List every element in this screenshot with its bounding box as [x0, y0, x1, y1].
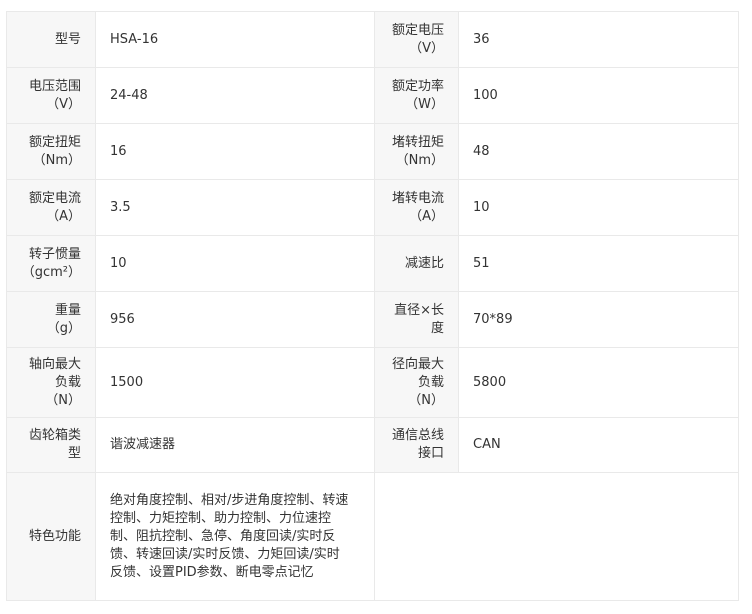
spec-label-line: （V）	[46, 96, 81, 112]
spec-label: 堵转扭矩 （Nm）	[374, 123, 459, 180]
spec-label-line: （Nm）	[395, 152, 444, 168]
spec-label-line: 型	[67, 446, 81, 461]
features-line: 反馈、设置PID参数、断电零点记忆	[110, 564, 314, 580]
spec-label: 转子惯量 （gcm²）	[6, 235, 96, 292]
features-row: 特色功能 绝对角度控制、相对/步进角度控制、转速 控制、力矩控制、助力控制、力位速控…	[6, 472, 739, 601]
spec-label: 重量 （g）	[6, 291, 96, 348]
spec-value: 100	[458, 67, 739, 124]
spec-value: HSA-16	[95, 11, 375, 68]
spec-label-line: 重量	[54, 302, 81, 318]
spec-row: 型号 HSA-16 额定电压 （V） 36	[6, 11, 739, 68]
spec-label-line: 减速比	[404, 255, 444, 271]
features-line: 馈、转速回读/实时反馈、力矩回读/实时	[110, 546, 340, 562]
spec-value: 谐波减速器	[95, 417, 375, 473]
spec-label: 额定扭矩 （Nm）	[6, 123, 96, 180]
spec-label: 额定电流 （A）	[6, 179, 96, 236]
spec-label-line: 额定扭矩	[28, 134, 81, 150]
spec-row: 额定电流 （A） 3.5 堵转电流 （A） 10	[6, 179, 739, 236]
spec-value: 10	[458, 179, 739, 236]
spec-row: 轴向最大负载 （N） 1500 径向最大负载 （N） 5800	[6, 347, 739, 418]
spec-label-line: （A）	[46, 208, 81, 224]
features-label: 特色功能	[6, 472, 96, 601]
spec-table: 型号 HSA-16 额定电压 （V） 36 电压范围 （V） 24-48 额定功率 （W） 100 额…	[6, 11, 739, 601]
spec-value: 51	[458, 235, 739, 292]
spec-label-line: 度	[430, 320, 444, 336]
spec-label-line: （V）	[409, 40, 444, 56]
spec-table-body: 型号 HSA-16 额定电压 （V） 36 电压范围 （V） 24-48 额定功率 （W） 100 额…	[6, 11, 739, 601]
spec-label: 堵转电流 （A）	[374, 179, 459, 236]
features-line: 制、阻抗控制、急停、角度回读/实时反	[110, 528, 336, 544]
spec-value: 956	[95, 291, 375, 348]
features-value: 绝对角度控制、相对/步进角度控制、转速 控制、力矩控制、助力控制、力位速控 制、阻抗…	[95, 472, 375, 601]
spec-label-line: 堵转电流	[391, 190, 444, 206]
spec-label: 轴向最大负载 （N）	[6, 347, 96, 418]
spec-value: 5800	[458, 347, 739, 418]
spec-label-line: 额定功率	[391, 78, 444, 94]
spec-label: 径向最大负载 （N）	[374, 347, 459, 418]
spec-row: 转子惯量 （gcm²） 10 减速比 51	[6, 235, 739, 292]
spec-row: 重量 （g） 956 直径×长度 70*89	[6, 291, 739, 348]
spec-label: 型号	[6, 11, 96, 68]
spec-row: 电压范围 （V） 24-48 额定功率 （W） 100	[6, 67, 739, 124]
spec-label: 额定功率 （W）	[374, 67, 459, 124]
spec-label-line: 通信总线	[391, 428, 444, 443]
spec-label-line: （W）	[405, 96, 444, 112]
empty-cell	[374, 472, 739, 601]
spec-label-line: （N）	[408, 392, 444, 408]
spec-label: 减速比	[374, 235, 459, 292]
spec-label: 通信总线接口	[374, 417, 459, 473]
spec-value: 10	[95, 235, 375, 292]
spec-value: 36	[458, 11, 739, 68]
spec-label: 齿轮箱类型	[6, 417, 96, 473]
spec-value: 24-48	[95, 67, 375, 124]
spec-label-line: 型号	[54, 31, 81, 47]
spec-label-line: 齿轮箱类	[28, 428, 81, 443]
spec-value: 48	[458, 123, 739, 180]
spec-label-line: 堵转扭矩	[391, 134, 444, 150]
spec-value: 70*89	[458, 291, 739, 348]
spec-label: 额定电压 （V）	[374, 11, 459, 68]
spec-value: CAN	[458, 417, 739, 473]
spec-label-line: （N）	[45, 392, 81, 408]
spec-label-line: 额定电压	[391, 22, 444, 38]
spec-label-line: （g）	[46, 320, 81, 336]
spec-label-line: 轴向最大	[28, 356, 81, 372]
spec-label-line: 转子惯量	[28, 246, 81, 262]
spec-label-line: 接口	[417, 446, 444, 461]
features-line: 绝对角度控制、相对/步进角度控制、转速	[110, 492, 349, 508]
spec-label-line: （Nm）	[32, 152, 81, 168]
spec-label-line: 径向最大	[391, 356, 444, 372]
spec-label-line: 直径×长	[394, 302, 444, 318]
spec-value: 3.5	[95, 179, 375, 236]
spec-label-line: （gcm²）	[21, 264, 81, 280]
spec-value: 1500	[95, 347, 375, 418]
spec-label-line: 负载	[417, 374, 444, 390]
spec-row: 齿轮箱类型谐波减速器 通信总线 接口 CAN	[6, 417, 739, 473]
spec-label-line: 额定电流	[28, 190, 81, 206]
spec-label-line: （A）	[409, 208, 444, 224]
spec-label: 电压范围 （V）	[6, 67, 96, 124]
spec-row: 额定扭矩 （Nm） 16 堵转扭矩 （Nm） 48	[6, 123, 739, 180]
spec-label-line: 负载	[54, 374, 81, 390]
spec-value: 16	[95, 123, 375, 180]
spec-label: 直径×长度	[374, 291, 459, 348]
spec-label-line: 电压范围	[28, 78, 81, 94]
features-line: 控制、力矩控制、助力控制、力位速控	[110, 510, 332, 526]
